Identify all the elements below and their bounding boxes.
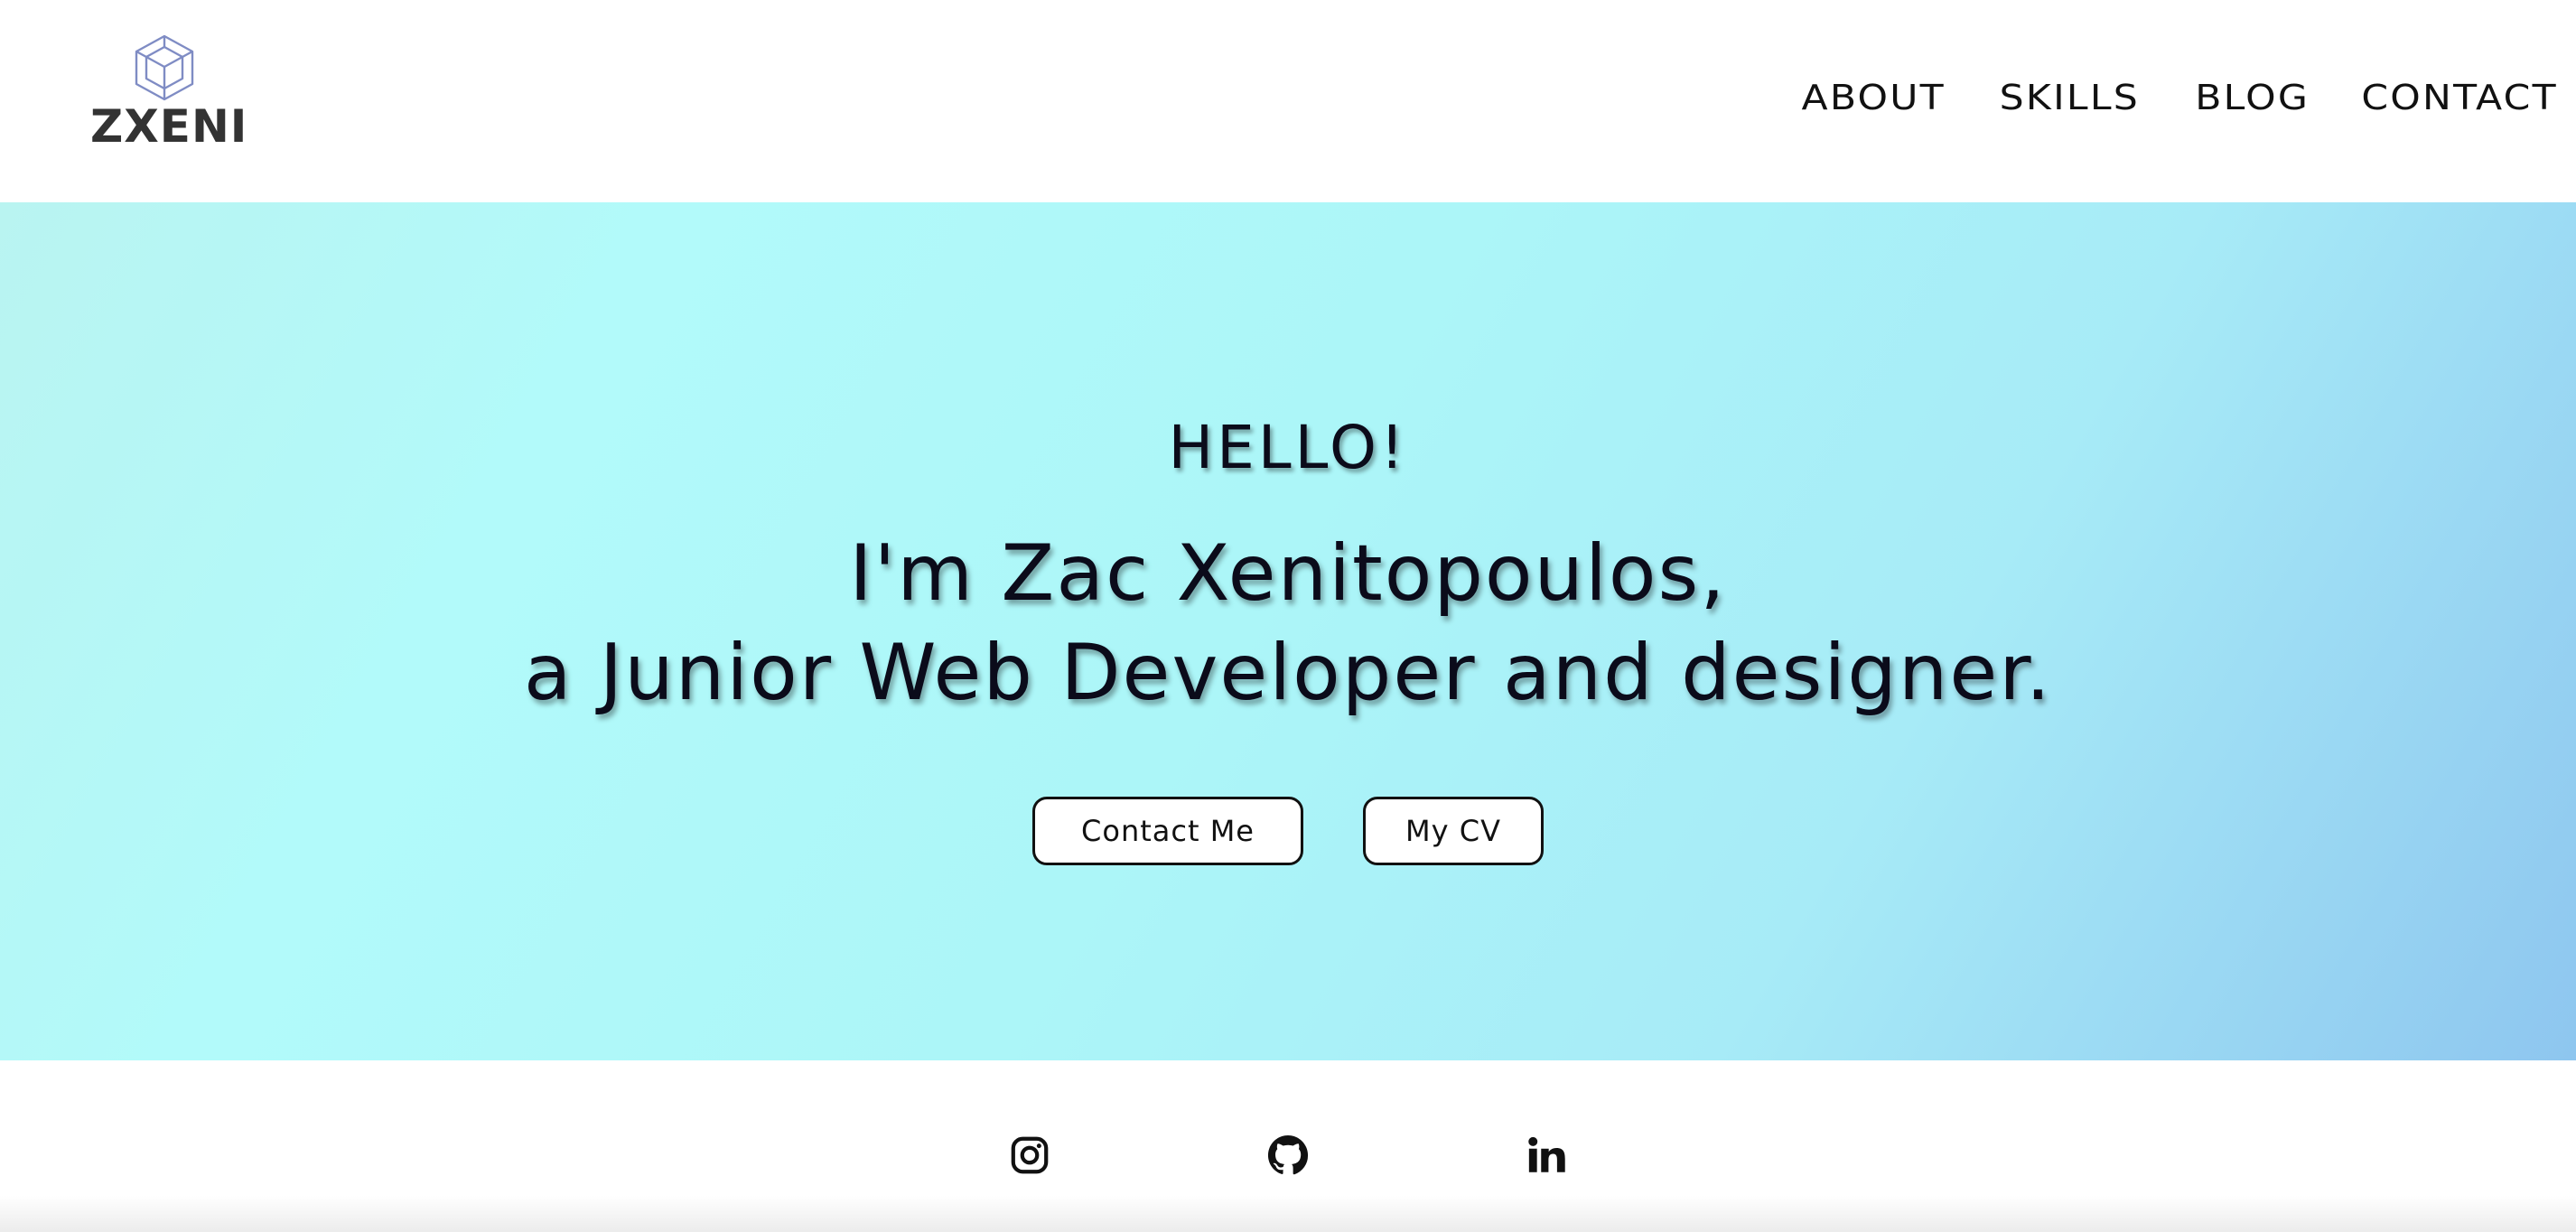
- instagram-icon: [1011, 1136, 1049, 1174]
- hero-title: I'm Zac Xenitopoulos, a Junior Web Devel…: [0, 524, 2576, 723]
- hero-section: HELLO! I'm Zac Xenitopoulos, a Junior We…: [0, 202, 2576, 1060]
- nav-blog[interactable]: BLOG: [2187, 74, 2318, 121]
- hero-title-line1: I'm Zac Xenitopoulos,: [849, 528, 1727, 619]
- site-header: ZXENI ABOUT SKILLS BLOG CONTACT: [0, 0, 2576, 202]
- nav-about[interactable]: ABOUT: [1794, 74, 1954, 121]
- instagram-link[interactable]: [1007, 1133, 1052, 1178]
- my-cv-button[interactable]: My CV: [1363, 797, 1544, 865]
- linkedin-link[interactable]: [1524, 1133, 1569, 1178]
- logo-text: ZXENI: [90, 100, 248, 153]
- social-bar: [0, 1060, 2576, 1232]
- hero-buttons: Contact Me My CV: [0, 797, 2576, 865]
- github-icon: [1267, 1134, 1309, 1175]
- linkedin-icon: [1528, 1136, 1565, 1172]
- cube-icon: [135, 34, 194, 101]
- hero-greeting: HELLO!: [1168, 413, 1408, 482]
- main-nav: ABOUT SKILLS BLOG CONTACT: [1802, 74, 2555, 121]
- hero-title-line2: a Junior Web Developer and designer.: [523, 628, 2053, 718]
- bottom-shadow: [0, 1196, 2576, 1232]
- nav-contact[interactable]: CONTACT: [2353, 74, 2565, 121]
- nav-skills[interactable]: SKILLS: [1992, 74, 2148, 121]
- social-icons: [0, 1133, 2576, 1178]
- github-link[interactable]: [1265, 1133, 1311, 1178]
- logo-link[interactable]: ZXENI: [90, 34, 248, 153]
- contact-me-button[interactable]: Contact Me: [1032, 797, 1303, 865]
